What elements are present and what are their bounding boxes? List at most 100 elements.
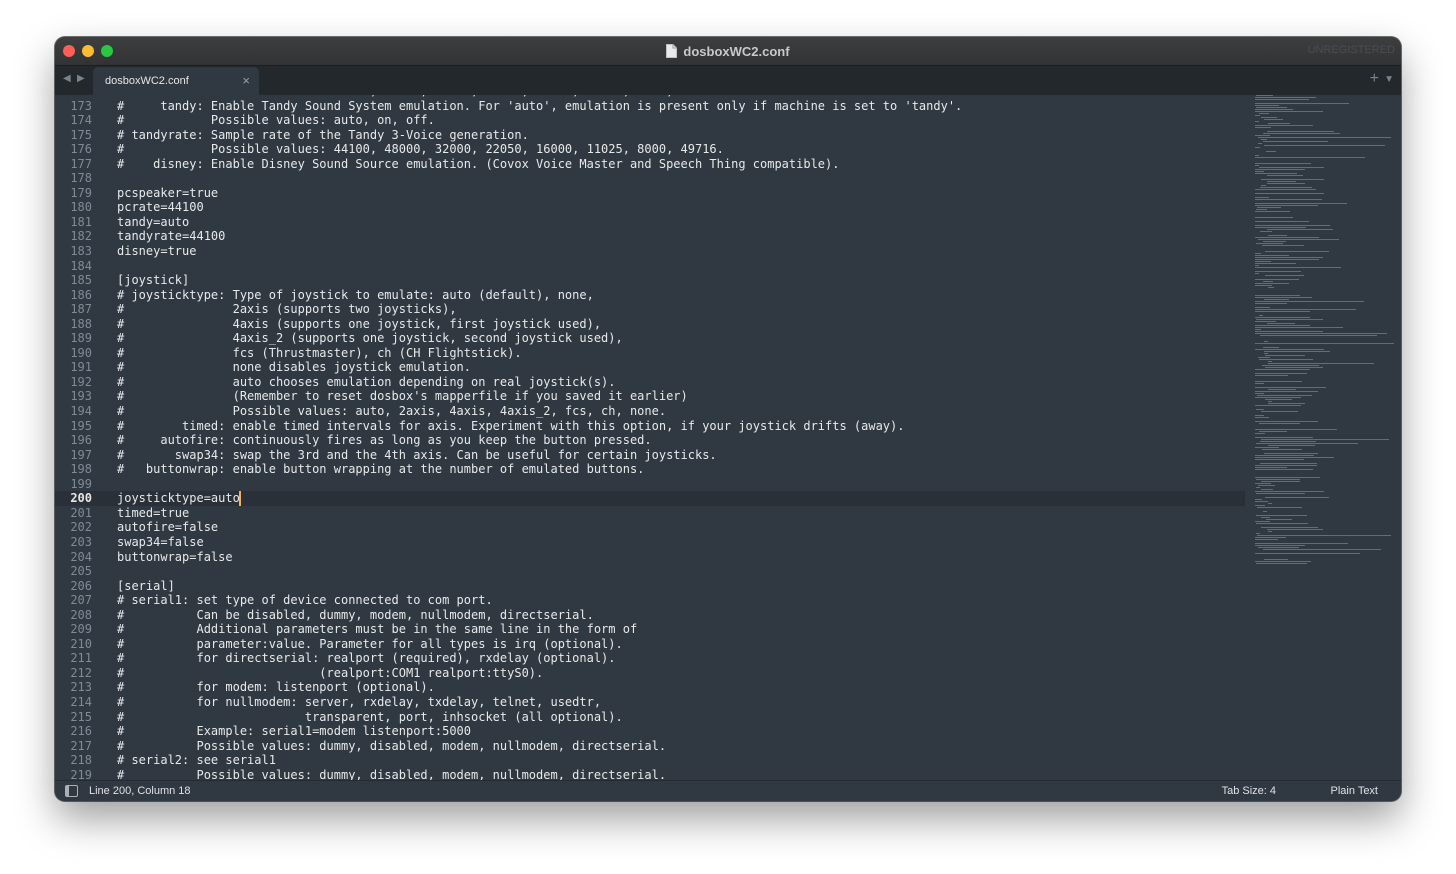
minimap-line bbox=[1256, 409, 1264, 410]
minimap-line bbox=[1255, 285, 1272, 286]
code-line[interactable]: 191 # none disables joystick emulation. bbox=[55, 360, 1245, 375]
line-text: # Possible values: 44100, 48000, 32000, … bbox=[117, 142, 724, 157]
minimap-line bbox=[1267, 229, 1333, 230]
code-line[interactable]: 189 # 4axis_2 (supports one joystick, sec… bbox=[55, 331, 1245, 346]
minimap-line bbox=[1255, 387, 1326, 388]
minimap-line bbox=[1255, 165, 1259, 166]
code-line[interactable]: 187 # 2axis (supports two joysticks), bbox=[55, 302, 1245, 317]
code-line[interactable]: 207 # serial1: set type of device connect… bbox=[55, 593, 1245, 608]
code-line[interactable]: 214 # for nullmodem: server, rxdelay, txd… bbox=[55, 695, 1245, 710]
new-tab-icon[interactable]: + bbox=[1370, 70, 1379, 88]
code-line[interactable]: 216 # Example: serial1=modem listenport:5… bbox=[55, 724, 1245, 739]
minimap-line bbox=[1267, 529, 1323, 530]
code-line[interactable]: 198 # buttonwrap: enable button wrapping … bbox=[55, 462, 1245, 477]
code-line[interactable]: 178 bbox=[55, 171, 1245, 186]
code-line[interactable]: 200 joysticktype=auto bbox=[55, 491, 1245, 507]
code-line[interactable]: 212 # (realport:COM1 realport:ttyS0). bbox=[55, 666, 1245, 681]
minimap-line bbox=[1267, 323, 1295, 324]
code-line[interactable]: 184 bbox=[55, 259, 1245, 274]
minimap-line bbox=[1259, 359, 1313, 360]
line-text: # none disables joystick emulation. bbox=[117, 360, 472, 375]
minimap-line bbox=[1255, 147, 1260, 148]
minimap-line bbox=[1255, 521, 1270, 522]
minimap-line bbox=[1264, 299, 1289, 300]
line-number: 195 bbox=[70, 418, 92, 433]
minimap-line bbox=[1263, 549, 1381, 550]
line-number: 176 bbox=[70, 142, 92, 157]
minimap-line bbox=[1255, 369, 1310, 370]
minimap-line bbox=[1259, 167, 1324, 168]
code-lines: 172# Possible values: 44100, 48000, 3200… bbox=[55, 95, 1245, 781]
minimap-line bbox=[1255, 457, 1334, 458]
code-line[interactable]: 190 # fcs (Thrustmaster), ch (CH Flightst… bbox=[55, 346, 1245, 361]
title-bar: dosboxWC2.conf UNREGISTERED bbox=[55, 37, 1401, 66]
minimap-line bbox=[1268, 401, 1272, 402]
code-line[interactable]: 193 # (Remember to reset dosbox's mapperf… bbox=[55, 389, 1245, 404]
code-line[interactable]: 194 # Possible values: auto, 2axis, 4axis… bbox=[55, 404, 1245, 419]
code-line[interactable]: 176 # Possible values: 44100, 48000, 3200… bbox=[55, 142, 1245, 157]
code-line[interactable]: 208 # Can be disabled, dummy, modem, null… bbox=[55, 608, 1245, 623]
code-line[interactable]: 197 # swap34: swap the 3rd and the 4th ax… bbox=[55, 448, 1245, 463]
line-text: # swap34: swap the 3rd and the 4th axis.… bbox=[117, 447, 717, 462]
line-text: joysticktype=auto bbox=[117, 491, 241, 507]
line-text: # for modem: listenport (optional). bbox=[117, 680, 435, 695]
minimap[interactable] bbox=[1255, 95, 1401, 570]
minimap-line bbox=[1255, 197, 1269, 198]
code-line[interactable]: 185 [joystick] bbox=[55, 273, 1245, 288]
sidebar-toggle-icon[interactable] bbox=[65, 785, 78, 797]
tab-size-selector[interactable]: Tab Size: 4 bbox=[1222, 785, 1276, 797]
code-line[interactable]: 210 # parameter:value. Parameter for all … bbox=[55, 637, 1245, 652]
code-line[interactable]: 204 buttonwrap=false bbox=[55, 550, 1245, 565]
tab-menu-icon[interactable]: ▼ bbox=[1384, 74, 1394, 85]
code-line[interactable]: 199 bbox=[55, 477, 1245, 492]
code-line[interactable]: 179 pcspeaker=true bbox=[55, 186, 1245, 201]
minimap-line bbox=[1255, 259, 1319, 260]
tab-close-icon[interactable]: × bbox=[242, 73, 250, 88]
code-line[interactable]: 217 # Possible values: dummy, disabled, m… bbox=[55, 739, 1245, 754]
code-line[interactable]: 186 # joysticktype: Type of joystick to e… bbox=[55, 288, 1245, 303]
code-line[interactable]: 203 swap34=false bbox=[55, 535, 1245, 550]
code-line[interactable]: 195 # timed: enable timed intervals for a… bbox=[55, 419, 1245, 434]
code-line[interactable]: 215 # transparent, port, inhsocket (all o… bbox=[55, 710, 1245, 725]
minimap-line bbox=[1255, 111, 1323, 112]
minimap-line bbox=[1255, 127, 1271, 128]
code-line[interactable]: 202 autofire=false bbox=[55, 520, 1245, 535]
code-editor[interactable]: 172# Possible values: 44100, 48000, 3200… bbox=[55, 95, 1401, 781]
line-text: pcrate=44100 bbox=[117, 200, 204, 215]
code-line[interactable]: 218 # serial2: see serial1 bbox=[55, 753, 1245, 768]
minimap-line bbox=[1268, 403, 1305, 404]
line-number: 182 bbox=[70, 229, 92, 244]
code-line[interactable]: 209 # Additional parameters must be in th… bbox=[55, 622, 1245, 637]
code-line[interactable]: 180 pcrate=44100 bbox=[55, 200, 1245, 215]
code-line[interactable]: 173 # tandy: Enable Tandy Sound System em… bbox=[55, 99, 1245, 114]
line-number: 215 bbox=[70, 709, 92, 724]
code-line[interactable]: 205 bbox=[55, 564, 1245, 579]
nav-left-icon[interactable]: ◀ bbox=[63, 73, 71, 84]
code-line[interactable]: 201 timed=true bbox=[55, 506, 1245, 521]
code-line[interactable]: 213 # for modem: listenport (optional). bbox=[55, 680, 1245, 695]
minimap-line bbox=[1255, 469, 1313, 470]
minimap-line bbox=[1259, 423, 1300, 424]
code-line[interactable]: 211 # for directserial: realport (require… bbox=[55, 651, 1245, 666]
minimap-line bbox=[1255, 455, 1314, 456]
code-line[interactable]: 174 # Possible values: auto, on, off. bbox=[55, 113, 1245, 128]
code-line[interactable]: 192 # auto chooses emulation depending on… bbox=[55, 375, 1245, 390]
code-line[interactable]: 177 # disney: Enable Disney Sound Source … bbox=[55, 157, 1245, 172]
code-line[interactable]: 175 # tandyrate: Sample rate of the Tandy… bbox=[55, 128, 1245, 143]
code-line[interactable]: 183 disney=true bbox=[55, 244, 1245, 259]
code-line[interactable]: 181 tandy=auto bbox=[55, 215, 1245, 230]
minimap-line bbox=[1255, 189, 1316, 190]
minimap-line bbox=[1255, 477, 1320, 478]
syntax-selector[interactable]: Plain Text bbox=[1331, 785, 1379, 797]
minimap-line bbox=[1261, 179, 1324, 180]
code-line[interactable]: 188 # 4axis (supports one joystick, first… bbox=[55, 317, 1245, 332]
minimap-line bbox=[1255, 265, 1259, 266]
code-line[interactable]: 182 tandyrate=44100 bbox=[55, 229, 1245, 244]
code-line[interactable]: 219 # Possible values: dummy, disabled, m… bbox=[55, 768, 1245, 781]
nav-right-icon[interactable]: ▶ bbox=[77, 73, 85, 84]
code-line[interactable]: 206 [serial] bbox=[55, 579, 1245, 594]
code-line[interactable]: 196 # autofire: continuously fires as lon… bbox=[55, 433, 1245, 448]
minimap-line bbox=[1261, 527, 1318, 528]
tab-dosboxwc2[interactable]: dosboxWC2.conf × bbox=[93, 67, 259, 95]
line-number: 205 bbox=[70, 564, 92, 579]
